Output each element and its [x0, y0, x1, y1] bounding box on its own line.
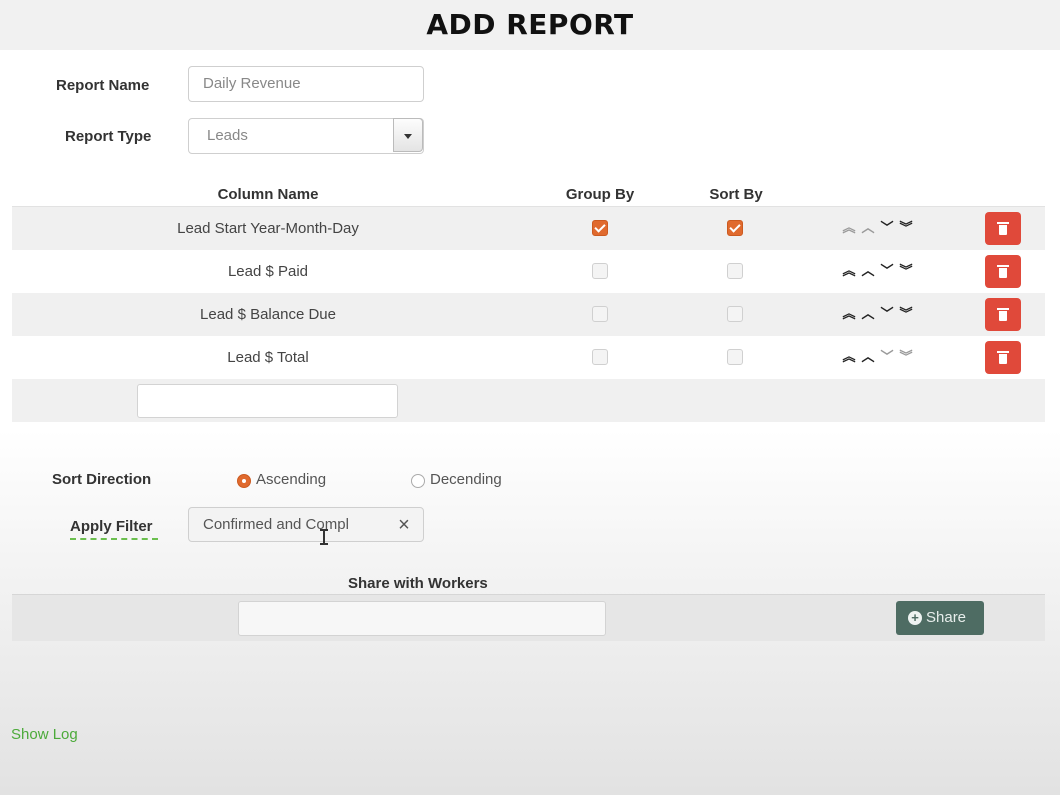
report-name-input[interactable]: Daily Revenue: [188, 66, 424, 102]
chevron-up-icon[interactable]: ︿: [861, 304, 875, 324]
group-by-checkbox[interactable]: [592, 306, 608, 322]
add-column-row: [12, 379, 1045, 422]
sort-by-checkbox[interactable]: [727, 263, 743, 279]
delete-column-button[interactable]: [985, 341, 1021, 374]
trash-icon: [997, 351, 1009, 364]
share-workers-input[interactable]: [238, 601, 606, 636]
column-name-cell: Lead $ Balance Due: [200, 306, 336, 323]
table-row: Lead $ Paid ︽ ︿ ﹀ ︾: [12, 250, 1045, 293]
apply-filter-label[interactable]: Apply Filter: [70, 518, 153, 535]
report-type-select[interactable]: Leads: [188, 118, 424, 154]
share-bar: + Share: [12, 594, 1045, 641]
table-row: Lead $ Total ︽ ︿ ﹀ ︾: [12, 336, 1045, 379]
double-chevron-down-icon[interactable]: ︾: [899, 218, 913, 238]
share-button-label: Share: [926, 609, 967, 626]
double-chevron-down-icon[interactable]: ︾: [899, 347, 913, 367]
chevron-down-icon[interactable]: ﹀: [880, 261, 894, 281]
group-by-checkbox[interactable]: [592, 263, 608, 279]
double-chevron-down-icon[interactable]: ︾: [899, 261, 913, 281]
chevron-down-icon[interactable]: ﹀: [880, 347, 894, 367]
column-name-header: Column Name: [217, 186, 319, 203]
report-type-dropdown-button[interactable]: [393, 118, 423, 152]
close-icon[interactable]: ×: [394, 508, 414, 542]
report-type-value: Leads: [207, 127, 248, 144]
group-by-header: Group By: [565, 186, 635, 203]
double-chevron-up-icon[interactable]: ︽: [842, 261, 856, 281]
column-name-cell: Lead $ Total: [227, 349, 309, 366]
add-column-input[interactable]: [137, 384, 398, 418]
chevron-up-icon[interactable]: ︿: [861, 218, 875, 238]
sort-by-header: Sort By: [709, 186, 763, 203]
trash-icon: [997, 222, 1009, 235]
double-chevron-down-icon[interactable]: ︾: [899, 304, 913, 324]
group-by-checkbox[interactable]: [592, 220, 608, 236]
ascending-radio-label[interactable]: Ascending: [256, 471, 326, 488]
caret-down-icon: [404, 134, 412, 139]
group-by-checkbox[interactable]: [592, 349, 608, 365]
share-with-workers-label: Share with Workers: [348, 575, 488, 592]
sort-by-checkbox[interactable]: [727, 220, 743, 236]
trash-icon: [997, 308, 1009, 321]
share-button[interactable]: + Share: [896, 601, 984, 635]
chevron-down-icon[interactable]: ﹀: [880, 304, 894, 324]
filter-input[interactable]: Confirmed and Compl ×: [188, 507, 424, 542]
column-name-cell: Lead $ Paid: [227, 263, 309, 280]
chevron-down-icon[interactable]: ﹀: [880, 218, 894, 238]
decending-radio[interactable]: [411, 474, 425, 488]
chevron-up-icon[interactable]: ︿: [861, 261, 875, 281]
table-row: Lead $ Balance Due ︽ ︿ ﹀ ︾: [12, 293, 1045, 336]
report-name-label: Report Name: [56, 77, 150, 94]
sort-direction-label: Sort Direction: [52, 471, 152, 488]
decending-radio-label[interactable]: Decending: [430, 471, 502, 488]
title-bar: ADD REPORT: [0, 0, 1060, 50]
table-row: Lead Start Year-Month-Day ︽ ︿ ﹀ ︾: [12, 206, 1045, 250]
double-chevron-up-icon[interactable]: ︽: [842, 347, 856, 367]
sort-by-checkbox[interactable]: [727, 306, 743, 322]
show-log-link[interactable]: Show Log: [11, 726, 78, 743]
plus-circle-icon: +: [908, 611, 922, 625]
page-title: ADD REPORT: [426, 8, 634, 41]
apply-filter-underline: [70, 538, 158, 540]
chevron-up-icon[interactable]: ︿: [861, 347, 875, 367]
trash-icon: [997, 265, 1009, 278]
double-chevron-up-icon[interactable]: ︽: [842, 304, 856, 324]
double-chevron-up-icon[interactable]: ︽: [842, 218, 856, 238]
report-type-label: Report Type: [65, 128, 152, 145]
delete-column-button[interactable]: [985, 298, 1021, 331]
text-cursor-icon: [320, 529, 328, 545]
delete-column-button[interactable]: [985, 255, 1021, 288]
ascending-radio[interactable]: [237, 474, 251, 488]
sort-by-checkbox[interactable]: [727, 349, 743, 365]
delete-column-button[interactable]: [985, 212, 1021, 245]
column-name-cell: Lead Start Year-Month-Day: [177, 220, 359, 237]
